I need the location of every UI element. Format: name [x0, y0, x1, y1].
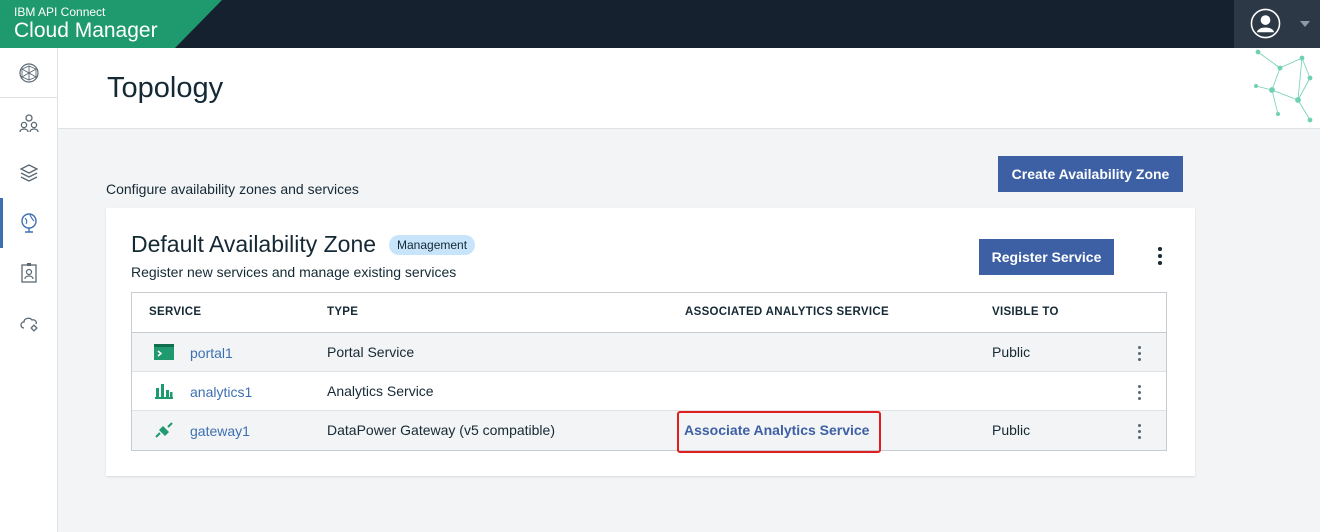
- sidebar-item-members[interactable]: [0, 98, 58, 148]
- globe-network-icon: [19, 63, 39, 83]
- zone-description: Register new services and manage existin…: [131, 264, 457, 280]
- column-header-type[interactable]: TYPE: [327, 306, 358, 318]
- table-row: gateway1 DataPower Gateway (v5 compatibl…: [132, 411, 1166, 453]
- service-link-analytics1[interactable]: analytics1: [190, 384, 252, 400]
- service-type: Analytics Service: [327, 383, 434, 399]
- visible-to: Public: [992, 344, 1031, 360]
- topology-globe-icon: [21, 213, 37, 233]
- zone-title: Default Availability Zone: [131, 231, 377, 257]
- sidebar-item-cloud-settings[interactable]: [0, 298, 58, 348]
- row-overflow-menu-icon[interactable]: [1129, 379, 1149, 405]
- chevron-down-icon[interactable]: [1300, 20, 1310, 28]
- sidebar-nav: [0, 48, 58, 532]
- service-type: DataPower Gateway (v5 compatible): [327, 422, 555, 438]
- analytics-icon: [155, 384, 173, 399]
- service-link-gateway1[interactable]: gateway1: [190, 423, 250, 439]
- network-decoration-icon: [1254, 49, 1313, 123]
- sidebar-item-resources[interactable]: [0, 148, 58, 198]
- top-header: IBM API Connect Cloud Manager: [0, 0, 1320, 48]
- service-type: Portal Service: [327, 344, 415, 360]
- sidebar-item-dashboard[interactable]: [0, 48, 58, 98]
- members-icon: [19, 114, 39, 133]
- services-table: SERVICE TYPE ASSOCIATED ANALYTICS SERVIC…: [131, 292, 1167, 453]
- table-row: analytics1 Analytics Service: [132, 372, 1166, 411]
- visible-to: Public: [992, 422, 1031, 438]
- page-title: Topology: [107, 72, 224, 104]
- page-subtitle: Configure availability zones and service…: [106, 181, 359, 197]
- layers-icon: [19, 164, 39, 182]
- user-avatar-icon[interactable]: [1250, 8, 1281, 39]
- sidebar-item-settings-badge[interactable]: [0, 248, 58, 298]
- badge-id-icon: [21, 263, 37, 283]
- column-header-analytics[interactable]: ASSOCIATED ANALYTICS SERVICE: [685, 306, 889, 318]
- sidebar-item-topology[interactable]: [0, 198, 58, 248]
- row-overflow-menu-icon[interactable]: [1129, 340, 1149, 366]
- zone-overflow-menu-icon[interactable]: [1150, 243, 1170, 269]
- availability-zone-card: Default Availability Zone Management Reg…: [106, 208, 1195, 476]
- page-header: Topology: [58, 48, 1320, 129]
- table-header: SERVICE TYPE ASSOCIATED ANALYTICS SERVIC…: [132, 293, 1166, 333]
- associate-analytics-service-link[interactable]: Associate Analytics Service: [684, 422, 869, 438]
- create-availability-zone-button[interactable]: Create Availability Zone: [998, 156, 1183, 192]
- table-row: portal1 Portal Service Public: [132, 333, 1166, 372]
- portal-icon: [154, 344, 174, 360]
- gateway-icon: [155, 422, 173, 438]
- user-menu[interactable]: [1234, 0, 1320, 48]
- cloud-settings-icon: [20, 317, 38, 332]
- service-link-portal1[interactable]: portal1: [190, 345, 233, 361]
- column-header-visible-to[interactable]: VISIBLE TO: [992, 306, 1059, 318]
- brand-logo[interactable]: IBM API Connect Cloud Manager: [0, 0, 222, 48]
- register-service-button[interactable]: Register Service: [979, 239, 1114, 275]
- product-name: Cloud Manager: [14, 19, 158, 42]
- row-overflow-menu-icon[interactable]: [1129, 418, 1149, 444]
- column-header-service[interactable]: SERVICE: [149, 306, 201, 318]
- zone-badge: Management: [389, 235, 476, 255]
- product-line: IBM API Connect: [14, 5, 106, 19]
